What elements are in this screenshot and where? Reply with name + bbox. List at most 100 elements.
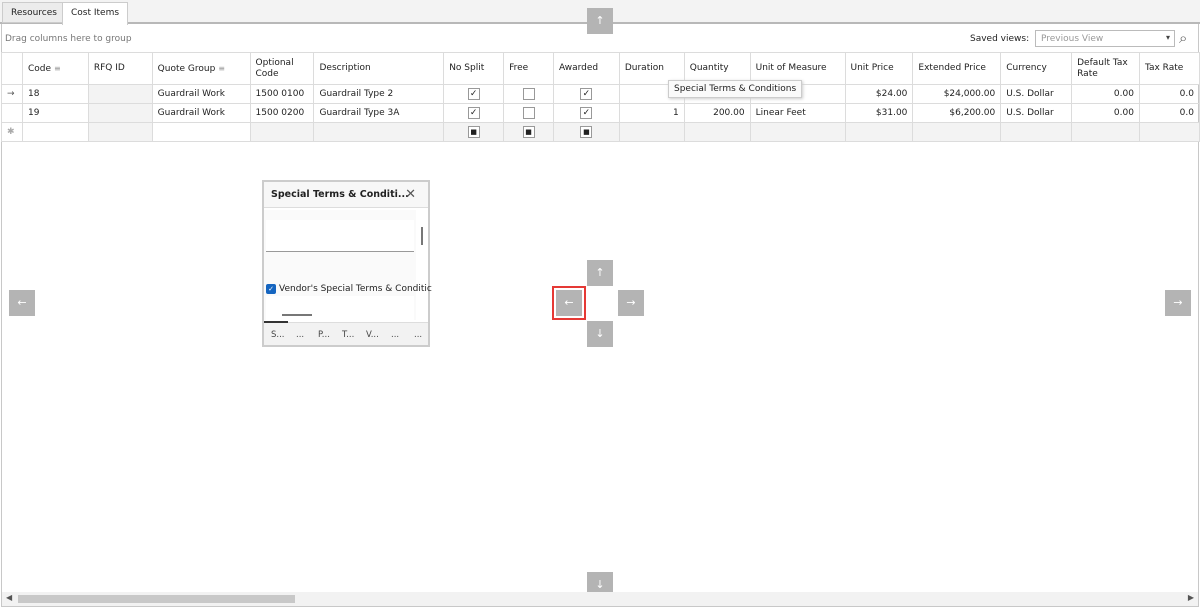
cell[interactable]: ■ [552, 122, 620, 142]
cell[interactable]: ■ [443, 122, 505, 142]
cell[interactable] [87, 122, 153, 142]
panel-tabs: S... ... P... T... V... ... ... [264, 321, 428, 345]
cell[interactable] [151, 122, 251, 142]
panel-tab[interactable]: V... [366, 330, 379, 340]
cell[interactable] [618, 122, 685, 142]
awarded-checkbox[interactable]: ✓ [580, 88, 593, 100]
scroll-left-icon[interactable]: ◀ [6, 593, 12, 602]
checkbox-indeterminate[interactable]: ■ [522, 126, 535, 138]
dock-center-up-arrow-icon[interactable]: ↑ [587, 260, 613, 286]
cell-awarded[interactable]: ✓ [552, 84, 620, 104]
grid-horizontal-scrollbar[interactable]: ◀ ▶ [2, 592, 1198, 606]
tab-resources[interactable]: Resources [2, 2, 66, 23]
close-icon[interactable]: ✕ [405, 187, 416, 202]
cell-currency[interactable]: U.S. Dollar [1000, 103, 1073, 123]
cell-optional-code[interactable]: 1500 0100 [249, 84, 315, 104]
column-header-awarded[interactable]: Awarded [552, 52, 620, 85]
cell[interactable]: ■ [503, 122, 554, 142]
cell-default-tax-rate[interactable]: 0.00 [1071, 84, 1140, 104]
cell-no-split[interactable]: ✓ [443, 84, 505, 104]
column-header-quote-group[interactable]: Quote Group ≡ [151, 52, 251, 85]
cell-code[interactable]: 19 [21, 103, 89, 123]
cell-currency[interactable]: U.S. Dollar [1000, 84, 1073, 104]
cell[interactable] [683, 122, 751, 142]
no-split-checkbox[interactable]: ✓ [467, 107, 480, 119]
free-checkbox[interactable] [522, 107, 535, 119]
cell-no-split[interactable]: ✓ [443, 103, 505, 123]
dock-right-arrow-icon[interactable]: → [1165, 290, 1191, 316]
cell-awarded[interactable]: ✓ [552, 103, 620, 123]
cell-tax-rate[interactable]: 0.0 [1138, 84, 1200, 104]
cell-quote-group[interactable]: Guardrail Work [151, 103, 251, 123]
cell-unit-price[interactable]: $31.00 [844, 103, 914, 123]
table-row[interactable]: 19 Guardrail Work 1500 0200 Guardrail Ty… [1, 103, 1200, 123]
cell-code[interactable]: 18 [21, 84, 89, 104]
vertical-scrollbar[interactable] [421, 227, 423, 245]
column-header-code[interactable]: Code ≡ [21, 52, 89, 85]
cell[interactable] [1071, 122, 1140, 142]
column-header-unit-price[interactable]: Unit Price [844, 52, 914, 85]
search-icon[interactable]: ⌕ [1179, 29, 1187, 47]
cell[interactable] [912, 122, 1002, 142]
column-header-extended-price[interactable]: Extended Price [912, 52, 1002, 85]
cost-items-grid: Code ≡ RFQ ID Quote Group ≡ Optional Code … [1, 52, 1200, 142]
cell[interactable] [1000, 122, 1073, 142]
cell-unit-of-measure[interactable]: Linear Feet [749, 103, 846, 123]
column-header-description[interactable]: Description [313, 52, 445, 85]
cell[interactable] [313, 122, 445, 142]
panel-tab[interactable]: P... [318, 330, 330, 340]
dock-center-down-arrow-icon[interactable]: ↓ [587, 321, 613, 347]
cell-quote-group[interactable]: Guardrail Work [151, 84, 251, 104]
column-header-tax-rate[interactable]: Tax Rate [1138, 52, 1200, 85]
cell-extended-price[interactable]: $6,200.00 [912, 103, 1002, 123]
no-split-checkbox[interactable]: ✓ [467, 88, 480, 100]
cell[interactable] [21, 122, 89, 142]
dock-left-arrow-icon[interactable]: ← [9, 290, 35, 316]
scroll-right-icon[interactable]: ▶ [1188, 593, 1194, 602]
cell-default-tax-rate[interactable]: 0.00 [1071, 103, 1140, 123]
cell-duration[interactable]: 1 [618, 103, 685, 123]
cell[interactable] [749, 122, 846, 142]
dock-top-arrow-icon[interactable]: ↑ [587, 8, 613, 34]
dock-center-right-arrow-icon[interactable]: → [618, 290, 644, 316]
column-header-default-tax-rate[interactable]: Default Tax Rate [1071, 52, 1140, 85]
scrollbar-thumb[interactable] [18, 595, 295, 603]
awarded-checkbox[interactable]: ✓ [580, 107, 593, 119]
saved-views-select[interactable]: Previous View ▾ [1035, 30, 1175, 47]
horizontal-scrollbar[interactable] [282, 314, 312, 316]
cell[interactable] [1138, 122, 1200, 142]
terms-text-field[interactable] [266, 220, 414, 252]
cell-description[interactable]: Guardrail Type 2 [313, 84, 445, 104]
cell-free[interactable] [503, 84, 554, 104]
column-header-currency[interactable]: Currency [1000, 52, 1073, 85]
panel-tab[interactable]: S... [271, 330, 285, 340]
cell-rfq-id[interactable] [87, 103, 153, 123]
panel-tab[interactable]: ... [296, 330, 304, 340]
cell-optional-code[interactable]: 1500 0200 [249, 103, 315, 123]
column-header-optional-code[interactable]: Optional Code [249, 52, 315, 85]
panel-tab[interactable]: ... [391, 330, 399, 340]
dock-center-left-arrow-icon[interactable]: ← [552, 286, 586, 320]
column-header-rfq-id[interactable]: RFQ ID [87, 52, 153, 85]
vendor-terms-checkbox[interactable]: ✓ Vendor's Special Terms & Conditic [266, 284, 432, 294]
cell-quantity[interactable]: 200.00 [683, 103, 751, 123]
cell-free[interactable] [503, 103, 554, 123]
panel-tab[interactable]: ... [414, 330, 422, 340]
table-row[interactable]: → 18 Guardrail Work 1500 0100 Guardrail … [1, 84, 1200, 104]
cell-extended-price[interactable]: $24,000.00 [912, 84, 1002, 104]
checkbox-indeterminate[interactable]: ■ [580, 126, 593, 138]
column-header-no-split[interactable]: No Split [443, 52, 505, 85]
tab-cost-items[interactable]: Cost Items [62, 2, 129, 25]
panel-content: ✓ Vendor's Special Terms & Conditic [264, 210, 432, 328]
cell[interactable] [844, 122, 914, 142]
cell-description[interactable]: Guardrail Type 3A [313, 103, 445, 123]
new-item-row[interactable]: ✱ ■ ■ ■ [1, 122, 1200, 142]
cell-rfq-id[interactable] [87, 84, 153, 104]
checkbox-indeterminate[interactable]: ■ [467, 126, 480, 138]
panel-tab[interactable]: T... [342, 330, 354, 340]
cell-unit-price[interactable]: $24.00 [844, 84, 914, 104]
free-checkbox[interactable] [522, 88, 535, 100]
column-header-free[interactable]: Free [503, 52, 554, 85]
cell-tax-rate[interactable]: 0.0 [1138, 103, 1200, 123]
cell[interactable] [249, 122, 315, 142]
